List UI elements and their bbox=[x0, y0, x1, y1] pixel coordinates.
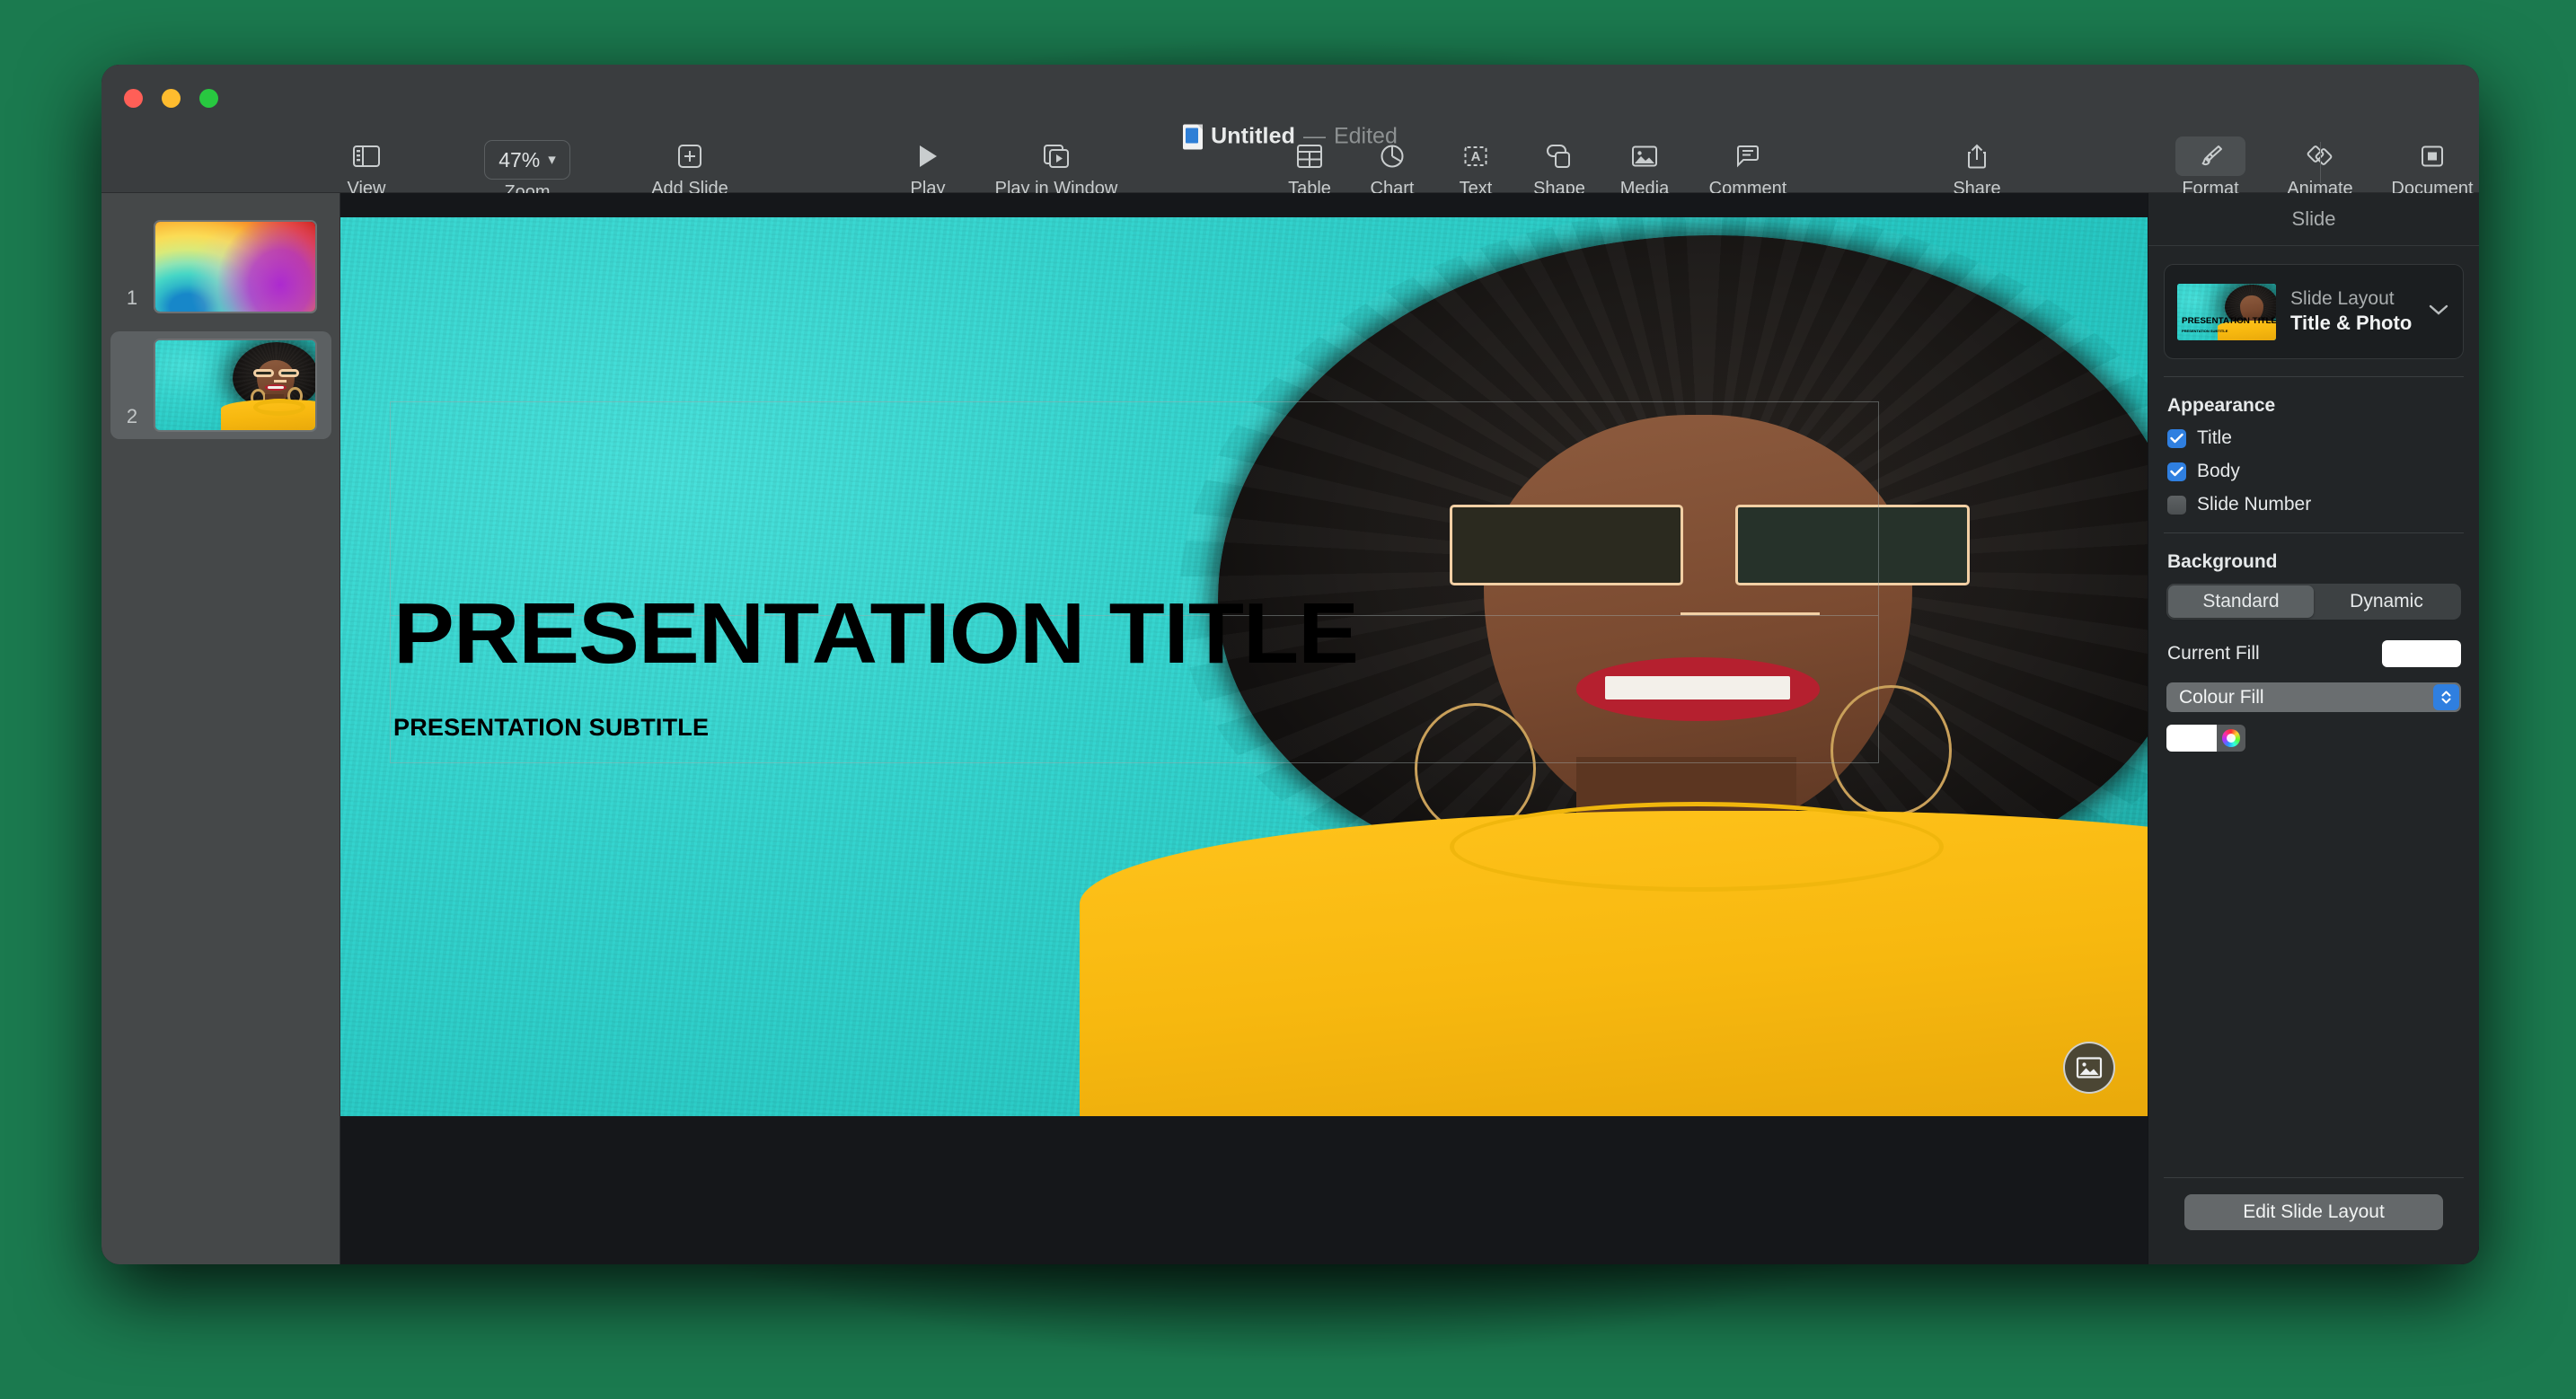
appearance-option-slide-number[interactable]: Slide Number bbox=[2167, 494, 2479, 515]
slide-number-1: 1 bbox=[126, 286, 138, 309]
current-fill-label: Current Fill bbox=[2167, 643, 2260, 664]
slide-thumbnail-2[interactable] bbox=[154, 339, 317, 432]
share-upload-icon bbox=[1942, 136, 2012, 176]
minimise-window-button[interactable] bbox=[162, 89, 181, 108]
zoom-window-button[interactable] bbox=[199, 89, 218, 108]
segment-dynamic[interactable]: Dynamic bbox=[2314, 585, 2459, 618]
appearance-option-body[interactable]: Body bbox=[2167, 461, 2479, 482]
keynote-window: Untitled — Edited View 47% ▾ Zoom Add Sl… bbox=[101, 65, 2479, 1264]
current-slide[interactable]: PRESENTATION TITLE PRESENTATION SUBTITLE bbox=[340, 217, 2148, 1116]
background-section-title: Background bbox=[2167, 551, 2278, 572]
chevron-down-icon[interactable] bbox=[2427, 303, 2450, 321]
fill-colour-swatch[interactable] bbox=[2166, 725, 2217, 752]
slide-stage[interactable]: PRESENTATION TITLE PRESENTATION SUBTITLE bbox=[340, 217, 2148, 1116]
toolbar-divider bbox=[2320, 142, 2321, 183]
appearance-section-title: Appearance bbox=[2167, 395, 2276, 416]
slide-navigator[interactable]: 1 2 bbox=[101, 193, 340, 1264]
inspector-divider-2 bbox=[2164, 532, 2464, 533]
checkbox-label-slide-number: Slide Number bbox=[2197, 494, 2312, 515]
layout-thumb-subtitle: PRESENTATION SUBTITLE bbox=[2182, 328, 2228, 333]
slide-subtitle-text[interactable]: PRESENTATION SUBTITLE bbox=[393, 714, 709, 742]
paintbrush-icon bbox=[2175, 136, 2245, 176]
segment-standard[interactable]: Standard bbox=[2168, 585, 2314, 618]
edit-slide-layout-button[interactable]: Edit Slide Layout bbox=[2184, 1194, 2443, 1230]
format-inspector-panel[interactable]: Slide PRESENTATION TITLE PRESENTATION SU… bbox=[2148, 193, 2479, 1264]
fill-type-select[interactable]: Colour Fill bbox=[2166, 682, 2461, 712]
photo-slide-artwork bbox=[155, 340, 315, 430]
checkbox-title[interactable] bbox=[2167, 428, 2186, 448]
rainbow-gradient-artwork bbox=[155, 222, 315, 312]
play-triangle-icon bbox=[893, 136, 963, 176]
appearance-option-title[interactable]: Title bbox=[2167, 427, 2479, 449]
current-fill-swatch[interactable] bbox=[2382, 640, 2461, 667]
window-body: 1 2 PRESENTATION TITLE PRESENTATION SUBT… bbox=[101, 193, 2479, 1264]
inspector-divider-3 bbox=[2164, 1177, 2464, 1178]
layout-thumb-title: PRESENTATION TITLE bbox=[2182, 315, 2276, 326]
sidebar-icon bbox=[331, 136, 401, 176]
background-type-segmented-control[interactable]: Standard Dynamic bbox=[2166, 584, 2461, 620]
slide-layout-card[interactable]: PRESENTATION TITLE PRESENTATION SUBTITLE… bbox=[2164, 264, 2464, 359]
checkbox-label-title: Title bbox=[2197, 427, 2232, 448]
slide-canvas-area[interactable]: PRESENTATION TITLE PRESENTATION SUBTITLE bbox=[340, 193, 2148, 1264]
stepper-up-down-icon[interactable] bbox=[2433, 684, 2459, 710]
slide-layout-thumbnail: PRESENTATION TITLE PRESENTATION SUBTITLE bbox=[2177, 283, 2276, 340]
slide-layout-texts: Slide Layout Title & Photo bbox=[2290, 287, 2413, 337]
inspector-divider-1 bbox=[2164, 376, 2464, 377]
current-fill-row: Current Fill bbox=[2167, 640, 2461, 667]
colour-wheel-icon[interactable] bbox=[2217, 725, 2245, 752]
slide-number-2: 2 bbox=[126, 405, 138, 427]
inspector-header-title: Slide bbox=[2148, 193, 2479, 246]
navigator-slide-1[interactable]: 1 bbox=[110, 213, 331, 321]
image-placeholder-icon[interactable] bbox=[2063, 1042, 2115, 1094]
play-in-window-icon bbox=[1021, 136, 1091, 176]
fill-colour-well[interactable] bbox=[2166, 725, 2245, 752]
fill-type-value: Colour Fill bbox=[2179, 686, 2264, 708]
plus-square-icon bbox=[655, 136, 725, 176]
slide-thumbnail-1[interactable] bbox=[154, 220, 317, 313]
keynote-document-icon bbox=[1183, 124, 1204, 149]
window-toolbar: Untitled — Edited View 47% ▾ Zoom Add Sl… bbox=[101, 65, 2479, 201]
traffic-light-controls[interactable] bbox=[124, 89, 218, 108]
checkbox-body[interactable] bbox=[2167, 462, 2186, 481]
media-image-icon bbox=[1610, 136, 1680, 176]
document-panel-icon bbox=[2397, 136, 2467, 176]
slide-title-text[interactable]: PRESENTATION TITLE bbox=[393, 591, 1359, 676]
navigator-slide-2[interactable]: 2 bbox=[110, 331, 331, 439]
toolbar-zoom-control[interactable]: 47% ▾ Zoom bbox=[455, 140, 599, 201]
checkbox-slide-number[interactable] bbox=[2167, 495, 2186, 515]
checkbox-label-body: Body bbox=[2197, 461, 2240, 481]
zoom-value: 47% bbox=[498, 147, 541, 172]
slide-layout-label: Slide Layout bbox=[2290, 287, 2395, 309]
slide-layout-value: Title & Photo bbox=[2290, 311, 2413, 334]
zoom-percentage-popup[interactable]: 47% ▾ bbox=[484, 140, 570, 180]
close-window-button[interactable] bbox=[124, 89, 143, 108]
chevron-down-icon: ▾ bbox=[548, 151, 556, 168]
comment-bubble-icon bbox=[1713, 136, 1783, 176]
